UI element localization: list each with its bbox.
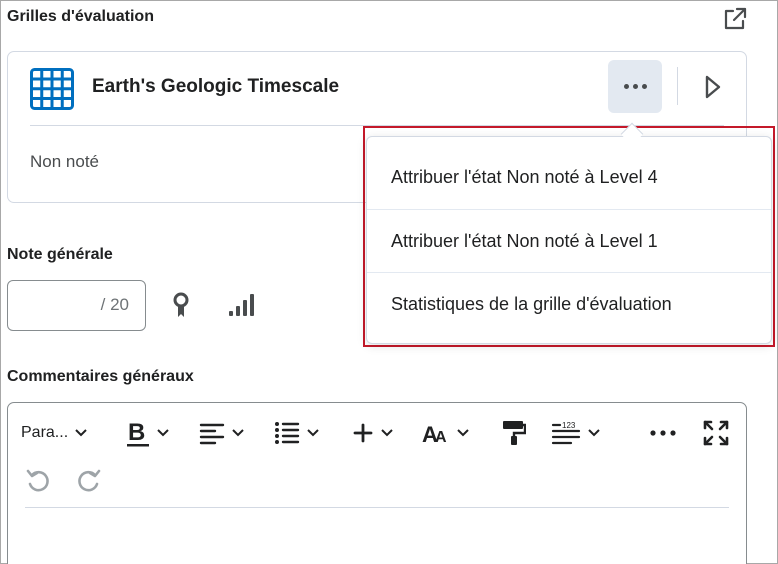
more-horizontal-icon	[623, 84, 629, 89]
align-icon	[199, 423, 225, 445]
comments-heading: Commentaires généraux	[7, 368, 194, 385]
comments-editor[interactable]: Para... B A A 123	[7, 402, 747, 564]
statistics-bars-icon[interactable]	[227, 292, 255, 318]
more-icon	[650, 430, 676, 436]
paragraph-format-label: Para...	[21, 424, 69, 441]
rubric-options-menu: Attribuer l'état Non noté à Level 4 Attr…	[366, 136, 772, 344]
chevron-down-icon	[157, 429, 169, 437]
fullscreen-icon	[703, 420, 729, 446]
chevron-down-icon	[457, 429, 469, 437]
align-button[interactable]	[199, 419, 245, 447]
insert-button[interactable]	[352, 419, 394, 447]
redo-icon	[78, 469, 101, 492]
chevron-down-icon	[232, 429, 244, 437]
bold-button[interactable]: B	[126, 419, 170, 447]
award-ribbon-icon[interactable]	[170, 292, 192, 320]
svg-text:A: A	[435, 429, 447, 446]
list-button[interactable]	[274, 419, 320, 447]
bold-icon: B	[127, 419, 149, 447]
editor-toolbar-divider	[25, 507, 729, 508]
format-painter-button[interactable]	[502, 419, 526, 447]
menu-item-rubric-statistics[interactable]: Statistiques de la grille d'évaluation	[367, 272, 771, 335]
paragraph-format-dropdown[interactable]: Para...	[21, 419, 88, 447]
chevron-down-icon	[588, 429, 600, 437]
svg-text:123: 123	[562, 421, 576, 430]
format-paint-icon	[503, 421, 526, 445]
insert-plus-icon	[353, 423, 373, 443]
redo-button[interactable]	[76, 467, 102, 495]
undo-icon	[26, 469, 49, 492]
list-icon	[275, 422, 300, 444]
overall-grade-heading: Note générale	[7, 246, 113, 263]
menu-item-not-graded-level-1[interactable]: Attribuer l'état Non noté à Level 1	[367, 209, 771, 272]
text-size-icon: A A	[422, 422, 447, 446]
svg-text:B: B	[128, 419, 145, 446]
fullscreen-button[interactable]	[703, 419, 729, 447]
rubric-title[interactable]: Earth's Geologic Timescale	[92, 76, 339, 98]
rubric-grid-icon	[30, 68, 74, 110]
more-actions-button[interactable]	[649, 419, 677, 447]
chevron-down-icon	[307, 429, 319, 437]
more-options-button[interactable]	[608, 60, 662, 113]
grade-out-of: / 20	[100, 295, 129, 314]
line-spacing-icon: 123	[551, 421, 581, 445]
overall-grade-input[interactable]: / 20	[7, 280, 146, 331]
chevron-down-icon	[75, 429, 87, 437]
external-link-icon[interactable]	[722, 6, 748, 32]
chevron-down-icon	[381, 429, 393, 437]
rubrics-heading: Grilles d'évaluation	[7, 8, 154, 25]
play-icon[interactable]	[701, 74, 723, 100]
line-spacing-button[interactable]: 123	[551, 419, 601, 447]
undo-button[interactable]	[25, 467, 51, 495]
menu-item-not-graded-level-4[interactable]: Attribuer l'état Non noté à Level 4	[367, 146, 771, 209]
text-size-button[interactable]: A A	[422, 419, 470, 447]
toolbar-separator	[677, 67, 678, 105]
rubric-status: Non noté	[30, 152, 99, 171]
